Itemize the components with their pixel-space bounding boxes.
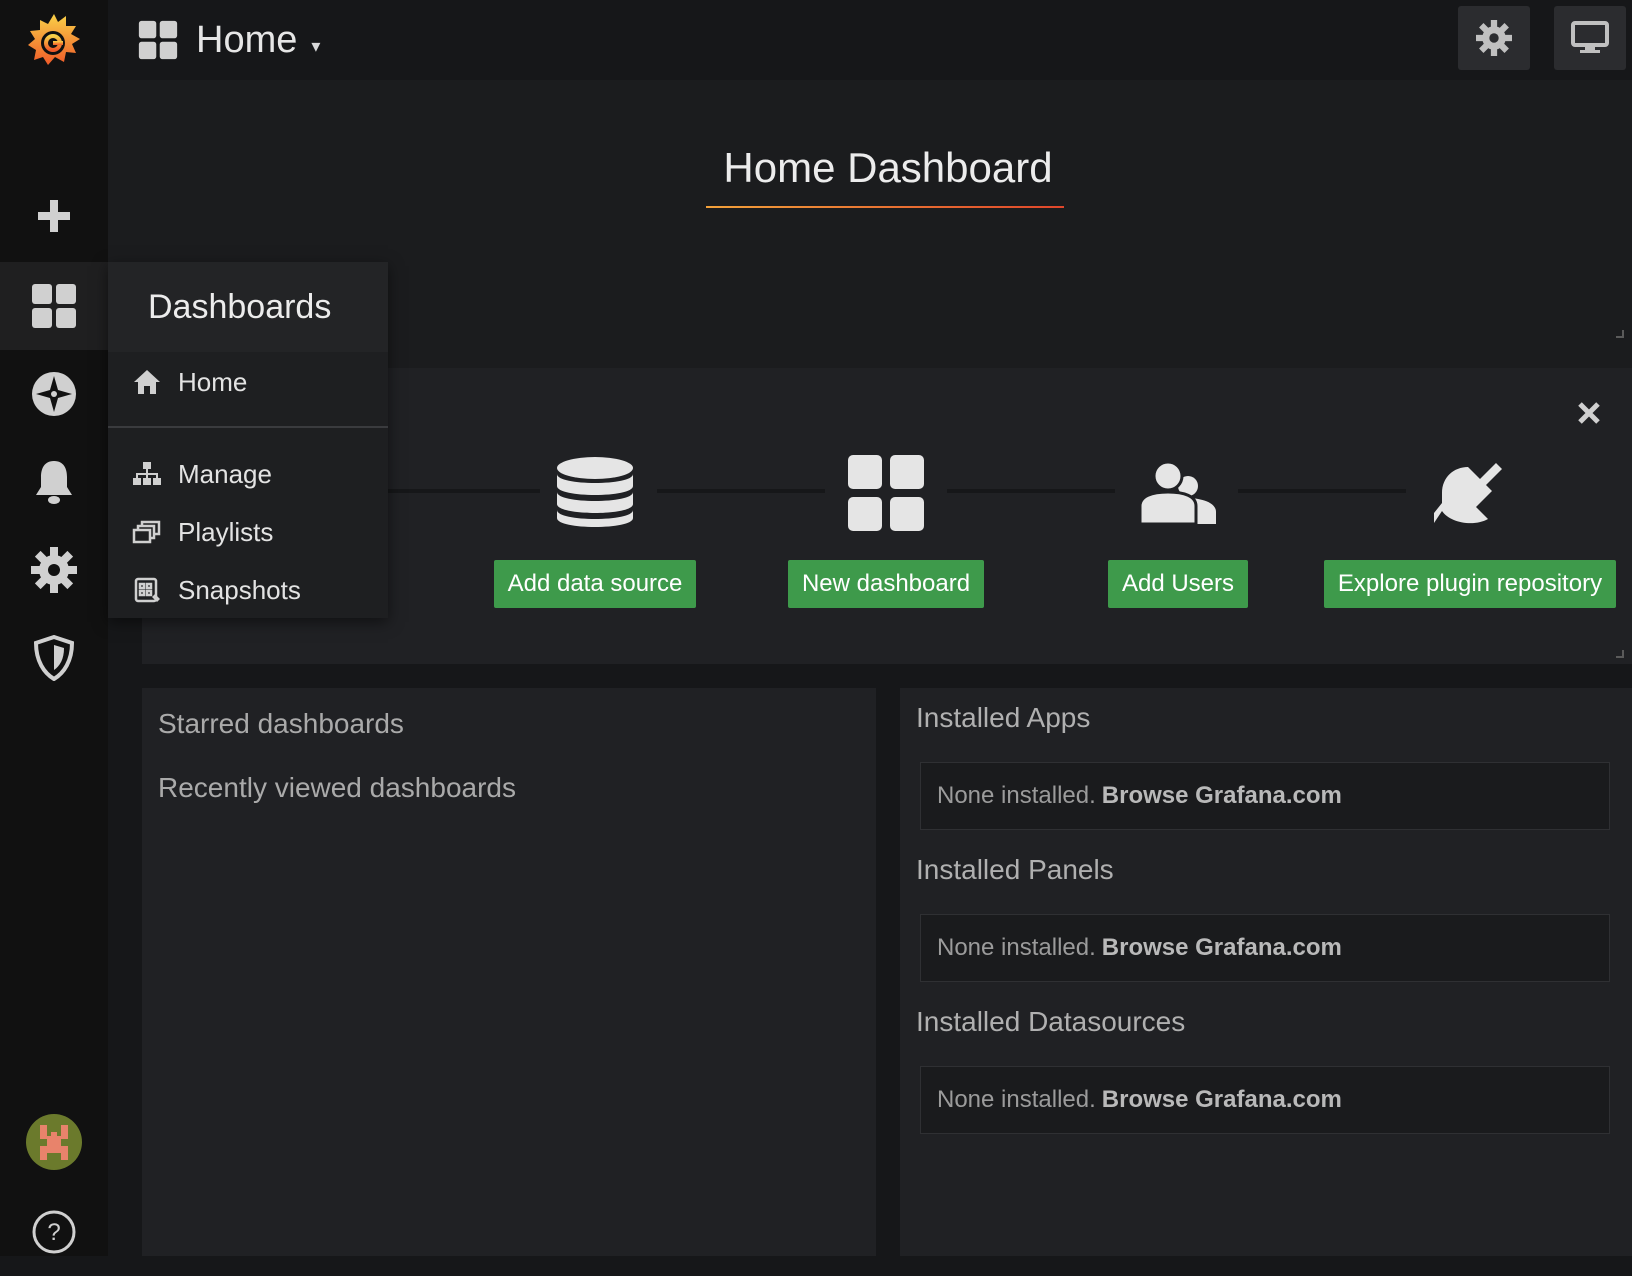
monitor-icon (1571, 21, 1609, 53)
close-icon[interactable] (1576, 400, 1602, 431)
avatar-icon (26, 1114, 82, 1170)
step-explore-plugins: Explore plugin repository (1310, 448, 1630, 608)
menu-item-home[interactable]: Home (108, 354, 388, 410)
menu-item-manage[interactable]: Manage (108, 446, 388, 502)
installed-apps-heading: Installed Apps (916, 702, 1091, 733)
add-users-button[interactable]: Add Users (1107, 560, 1249, 608)
menu-item-snapshots[interactable]: Snapshots (108, 562, 388, 618)
panel-resize-handle[interactable] (1616, 650, 1624, 658)
sidebar: ? (0, 0, 108, 1256)
create-plus-icon[interactable] (0, 172, 108, 260)
page-title: Home Dashboard (723, 144, 1053, 191)
grafana-logo-icon (28, 14, 80, 65)
panel-resize-handle[interactable] (1616, 330, 1624, 338)
new-dashboard-button[interactable]: New dashboard (787, 560, 985, 608)
dashboard-title: Home (196, 18, 298, 61)
empty-message: None installed. (937, 782, 1096, 809)
gear-icon (1476, 20, 1512, 56)
installed-panels-empty: None installed. Browse Grafana.com (920, 914, 1610, 982)
sitemap-icon (132, 461, 162, 487)
browse-grafana-link[interactable]: Browse Grafana.com (1102, 934, 1342, 962)
playlist-icon (132, 519, 162, 545)
step-add-users: Add Users (1018, 448, 1338, 608)
svg-text:?: ? (47, 1219, 60, 1246)
menu-item-label: Snapshots (178, 574, 301, 605)
users-icon (1138, 448, 1218, 538)
browse-grafana-link[interactable]: Browse Grafana.com (1102, 1086, 1342, 1114)
database-icon (555, 448, 635, 538)
view-mode-button[interactable] (1554, 6, 1626, 70)
dashboards-dropdown-menu: Dashboards Home Manage Playlists Snapsho… (108, 262, 388, 618)
alerting-bell-icon[interactable] (0, 438, 108, 526)
recently-viewed-heading: Recently viewed dashboards (158, 772, 516, 803)
empty-message: None installed. (937, 1086, 1096, 1113)
explore-plugin-repository-button[interactable]: Explore plugin repository (1323, 560, 1617, 608)
plug-icon (1434, 448, 1506, 538)
menu-item-label: Home (178, 366, 248, 397)
help-icon[interactable]: ? (0, 1188, 108, 1276)
explore-compass-icon[interactable] (0, 350, 108, 438)
dashboard-picker[interactable]: Home ▾ (138, 12, 320, 68)
menu-header[interactable]: Dashboards (108, 262, 388, 352)
title-underline (706, 206, 1064, 208)
browse-grafana-link[interactable]: Browse Grafana.com (1102, 782, 1342, 810)
dashboard-grid-icon (848, 448, 924, 538)
menu-item-playlists[interactable]: Playlists (108, 504, 388, 560)
empty-message: None installed. (937, 934, 1096, 961)
top-navbar: Home ▾ (108, 0, 1632, 80)
menu-divider (108, 426, 388, 428)
shield-icon[interactable] (0, 614, 108, 702)
snapshot-icon (132, 576, 162, 604)
dashboard-list-panel: Starred dashboards Recently viewed dashb… (142, 688, 876, 1256)
dashboards-icon[interactable] (0, 262, 108, 350)
user-avatar[interactable] (0, 1098, 108, 1186)
add-data-source-button[interactable]: Add data source (493, 560, 697, 608)
home-icon (132, 369, 162, 395)
menu-item-label: Manage (178, 458, 272, 489)
installed-datasources-empty: None installed. Browse Grafana.com (920, 1066, 1610, 1134)
dashboard-settings-button[interactable] (1458, 6, 1530, 70)
chevron-down-icon: ▾ (311, 35, 321, 56)
step-add-data-source: Add data source (435, 448, 755, 608)
step-new-dashboard: New dashboard (726, 448, 1046, 608)
installed-panels-heading: Installed Panels (916, 854, 1114, 885)
installed-datasources-heading: Installed Datasources (916, 1006, 1186, 1037)
starred-dashboards-heading: Starred dashboards (158, 708, 404, 739)
dashboard-grid-icon (138, 20, 178, 60)
plugin-list-panel: Installed Apps None installed. Browse Gr… (900, 688, 1632, 1256)
installed-apps-empty: None installed. Browse Grafana.com (920, 762, 1610, 830)
menu-item-label: Playlists (178, 516, 274, 547)
configuration-gear-icon[interactable] (0, 526, 108, 614)
grafana-logo[interactable] (0, 0, 108, 88)
